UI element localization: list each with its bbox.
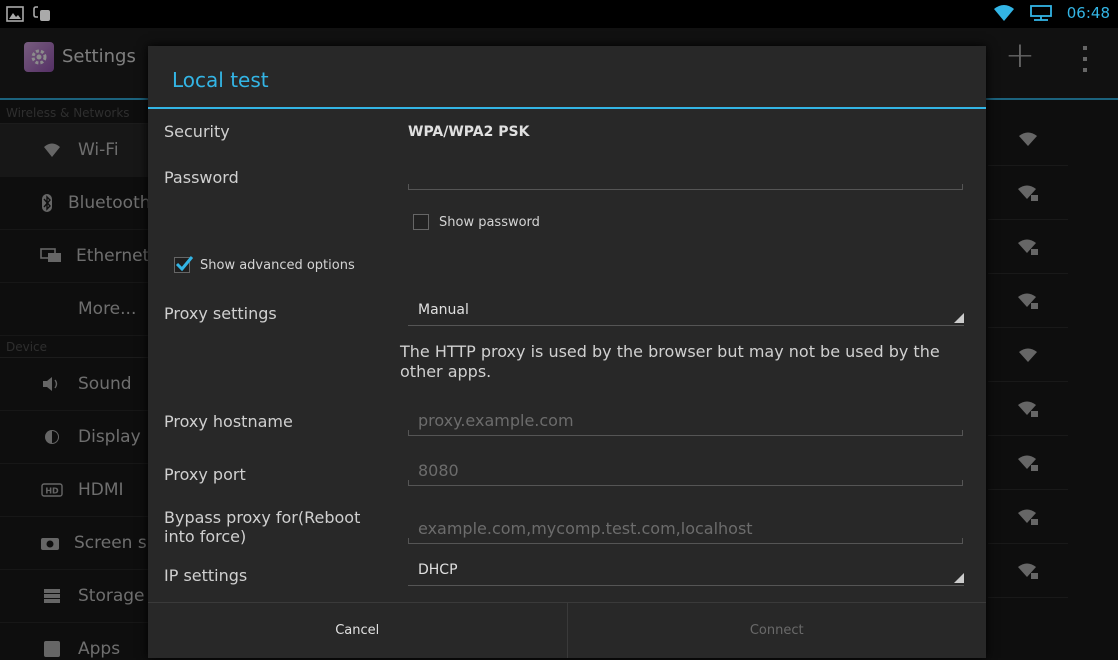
security-label: Security <box>164 122 230 141</box>
checkmark-icon <box>175 256 193 272</box>
password-field[interactable] <box>408 162 963 190</box>
proxy-settings-value: Manual <box>418 302 469 318</box>
bypass-proxy-label: Bypass proxy for(Reboot into force) <box>164 508 361 546</box>
show-advanced-checkbox[interactable]: Show advanced options <box>174 256 355 273</box>
dialog-button-bar: Cancel Connect <box>148 602 986 658</box>
ethernet-icon <box>1029 5 1052 21</box>
ip-settings-dropdown[interactable]: DHCP <box>408 556 964 586</box>
checkbox-checked[interactable] <box>174 256 193 273</box>
security-value: WPA/WPA2 PSK <box>408 124 530 140</box>
proxy-hostname-field[interactable]: proxy.example.com <box>408 408 963 436</box>
usb-debug-icon <box>33 6 50 21</box>
connect-button[interactable]: Connect <box>568 603 987 658</box>
ip-settings-value: DHCP <box>418 562 458 578</box>
clock: 06:48 <box>1066 4 1110 22</box>
checkbox-unchecked[interactable] <box>413 214 429 230</box>
show-advanced-label: Show advanced options <box>200 257 355 273</box>
proxy-settings-label: Proxy settings <box>164 304 277 323</box>
status-bar: 06:48 <box>0 0 1118 28</box>
cancel-button[interactable]: Cancel <box>148 603 568 658</box>
proxy-settings-dropdown[interactable]: Manual <box>408 296 964 326</box>
proxy-hostname-label: Proxy hostname <box>164 412 293 431</box>
dialog-title: Local test <box>172 68 269 92</box>
dialog-title-bar: Local test <box>148 46 986 109</box>
proxy-port-field[interactable]: 8080 <box>408 458 963 486</box>
password-label: Password <box>164 168 239 187</box>
ip-settings-label: IP settings <box>164 566 248 585</box>
dropdown-arrow-icon <box>954 313 964 323</box>
show-password-checkbox[interactable]: Show password <box>413 214 540 230</box>
gallery-icon <box>6 6 24 22</box>
show-password-label: Show password <box>439 214 540 230</box>
proxy-warning-note: The HTTP proxy is used by the browser bu… <box>400 342 940 381</box>
wifi-icon <box>993 5 1014 21</box>
proxy-port-label: Proxy port <box>164 465 246 484</box>
dropdown-arrow-icon <box>954 573 964 583</box>
bypass-proxy-field[interactable]: example.com,mycomp.test.com,localhost <box>408 516 963 544</box>
wifi-config-dialog: Local test Security WPA/WPA2 PSK Passwor… <box>148 46 986 658</box>
